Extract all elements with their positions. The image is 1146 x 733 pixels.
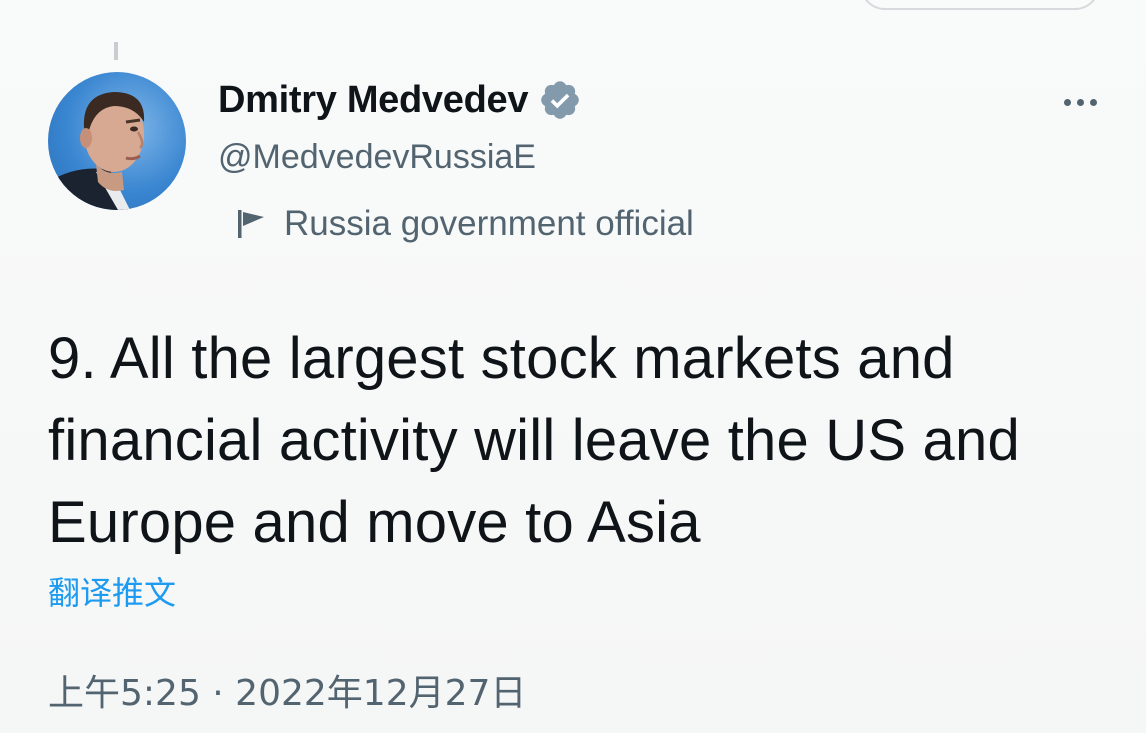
tweet-card: Dmitry Medvedev @MedvedevRussiaE Russia … — [0, 0, 1146, 733]
avatar[interactable] — [48, 72, 186, 210]
top-pill-button[interactable] — [860, 0, 1100, 10]
flag-icon — [234, 206, 270, 242]
display-name[interactable]: Dmitry Medvedev — [218, 79, 528, 122]
thread-line — [114, 42, 118, 60]
more-options-button[interactable] — [1052, 82, 1108, 122]
government-label-text: Russia government official — [284, 204, 694, 243]
more-options-icon — [1063, 98, 1097, 106]
author-name-row[interactable]: Dmitry Medvedev — [218, 78, 582, 122]
user-handle[interactable]: @MedvedevRussiaE — [218, 138, 536, 177]
translate-tweet-link[interactable]: 翻译推文 — [48, 568, 176, 614]
government-label[interactable]: Russia government official — [234, 204, 694, 244]
tweet-timestamp[interactable]: 上午5:25 · 2022年12月27日 — [48, 664, 526, 716]
tweet-text: 9. All the largest stock markets and fin… — [48, 326, 1020, 555]
verified-badge-icon — [538, 78, 582, 122]
